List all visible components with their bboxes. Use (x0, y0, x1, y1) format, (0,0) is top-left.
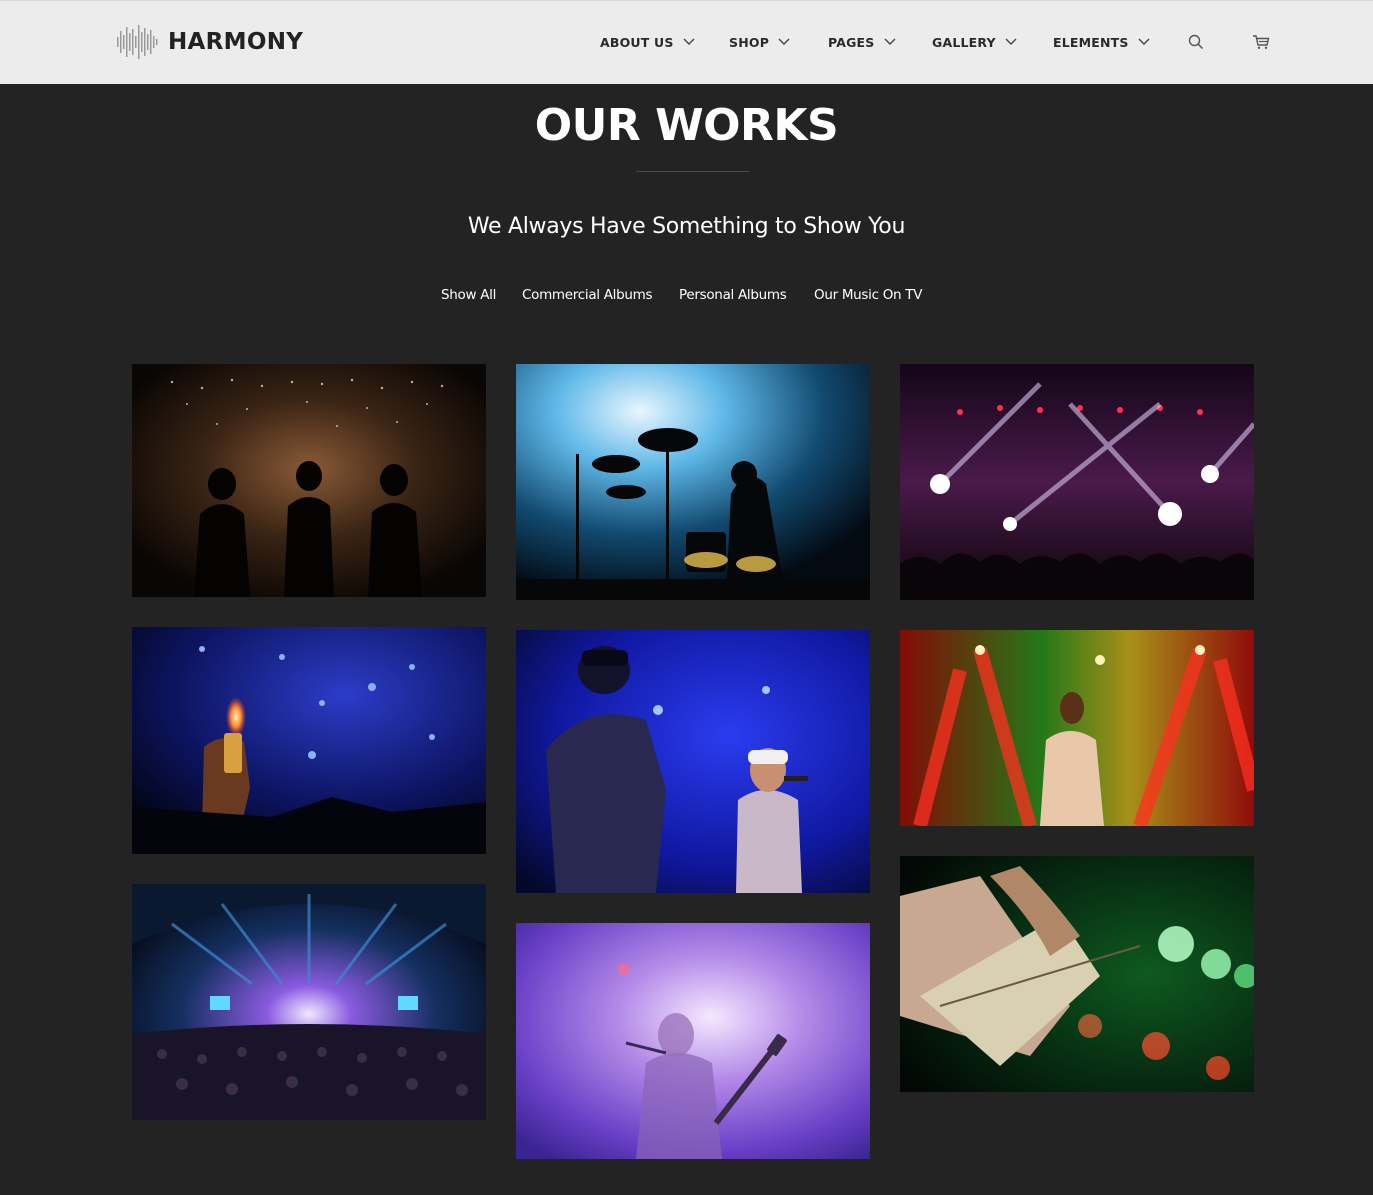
filter-show-all[interactable]: Show All (441, 287, 496, 305)
cart-icon (1253, 35, 1270, 49)
gallery-item[interactable] (900, 630, 1254, 826)
chevron-down-icon (1138, 38, 1150, 45)
concert-photo (516, 630, 870, 893)
concert-photo (900, 856, 1254, 1092)
gallery-item[interactable] (900, 364, 1254, 600)
chevron-down-icon (1005, 38, 1017, 45)
brand-name: HARMONY (168, 29, 304, 55)
nav-item-about-us[interactable]: ABOUT US (600, 32, 695, 52)
chevron-down-icon (884, 38, 895, 45)
nav-item-gallery[interactable]: GALLERY (932, 32, 1017, 52)
section-title: OUR WORKS (534, 100, 839, 151)
nav-item-shop[interactable]: SHOP (729, 32, 790, 52)
filter-our-music-on-tv[interactable]: Our Music On TV (814, 287, 922, 305)
nav-label: ELEMENTS (1053, 34, 1129, 50)
soundwave-logo-icon (117, 25, 158, 59)
chevron-down-icon (683, 38, 695, 45)
gallery-item[interactable] (900, 856, 1254, 1092)
nav-label: GALLERY (932, 34, 996, 50)
filter-commercial-albums[interactable]: Commercial Albums (522, 287, 653, 305)
concert-photo (132, 627, 486, 854)
gallery-item[interactable] (132, 627, 486, 854)
site-header: HARMONY ABOUT US SHOP PAGES GALLERY ELEM… (0, 0, 1373, 84)
filter-personal-albums[interactable]: Personal Albums (679, 287, 787, 305)
chevron-down-icon (778, 38, 790, 45)
cart-button[interactable] (1251, 32, 1271, 52)
search-icon (1188, 34, 1204, 50)
gallery-item[interactable] (516, 923, 870, 1159)
search-button[interactable] (1186, 32, 1206, 52)
section-subtitle: We Always Have Something to Show You (467, 214, 906, 239)
gallery-item[interactable] (132, 884, 486, 1120)
concert-photo (516, 923, 870, 1159)
gallery-item[interactable] (516, 630, 870, 893)
concert-photo (132, 364, 486, 597)
gallery-item[interactable] (516, 364, 870, 600)
concert-photo (516, 364, 870, 600)
concert-photo (132, 884, 486, 1120)
nav-label: ABOUT US (600, 34, 674, 50)
gallery-item[interactable] (132, 364, 486, 597)
title-divider (636, 171, 749, 172)
nav-label: SHOP (729, 34, 770, 50)
concert-photo (900, 630, 1254, 826)
nav-item-pages[interactable]: PAGES (828, 32, 896, 52)
nav-item-elements[interactable]: ELEMENTS (1053, 32, 1150, 52)
concert-photo (900, 364, 1254, 600)
nav-label: PAGES (828, 34, 875, 50)
logo[interactable]: HARMONY (116, 23, 303, 61)
